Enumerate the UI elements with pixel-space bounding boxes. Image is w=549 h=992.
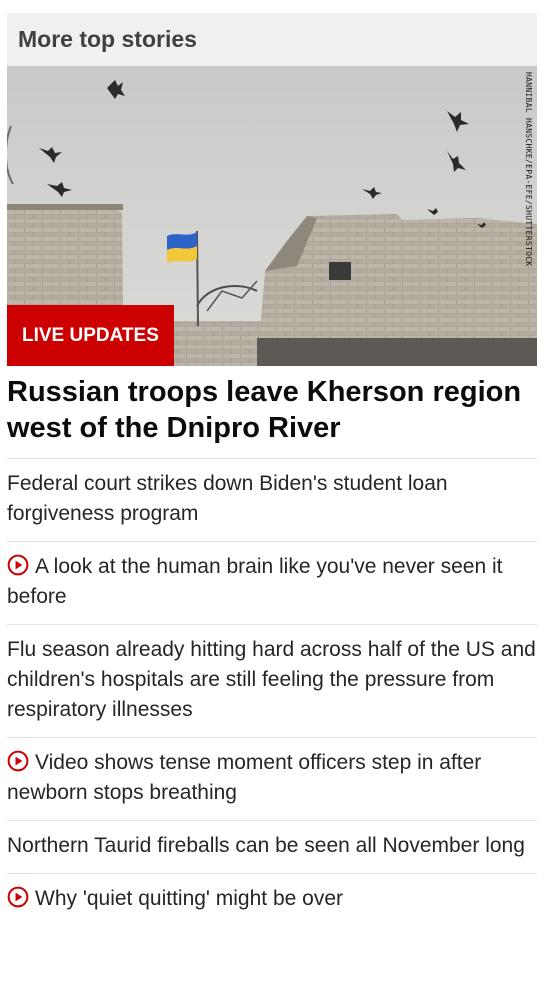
more-top-stories-section: More top stories HANNIBAL HANSCHKE/EPA-E… — [7, 13, 537, 926]
story-title: Video shows tense moment officers step i… — [7, 751, 482, 804]
story-title: A look at the human brain like you've ne… — [7, 555, 503, 608]
story-link[interactable]: Why 'quiet quitting' might be over — [7, 874, 537, 926]
story-link[interactable]: Video shows tense moment officers step i… — [7, 738, 537, 821]
story-list: Federal court strikes down Biden's stude… — [7, 459, 537, 926]
story-link[interactable]: Northern Taurid fireballs can be seen al… — [7, 821, 537, 874]
story-title: Flu season already hitting hard across h… — [7, 638, 536, 721]
section-title: More top stories — [18, 26, 197, 52]
story-link[interactable]: Flu season already hitting hard across h… — [7, 625, 537, 738]
live-updates-badge: LIVE UPDATES — [7, 305, 174, 366]
story-title: Federal court strikes down Biden's stude… — [7, 472, 448, 525]
hero-headline-link[interactable]: Russian troops leave Kherson region west… — [7, 366, 537, 459]
section-header: More top stories — [7, 13, 537, 66]
play-circle-icon — [7, 886, 29, 908]
play-circle-icon — [7, 554, 29, 576]
hero-story-image-link[interactable]: HANNIBAL HANSCHKE/EPA-EFE/SHUTTERSTOCK L… — [7, 66, 537, 366]
story-title: Northern Taurid fireballs can be seen al… — [7, 834, 525, 857]
story-title: Why 'quiet quitting' might be over — [35, 887, 344, 910]
play-circle-icon — [7, 750, 29, 772]
photo-credit: HANNIBAL HANSCHKE/EPA-EFE/SHUTTERSTOCK — [524, 72, 533, 267]
story-link[interactable]: A look at the human brain like you've ne… — [7, 542, 537, 625]
story-link[interactable]: Federal court strikes down Biden's stude… — [7, 459, 537, 542]
